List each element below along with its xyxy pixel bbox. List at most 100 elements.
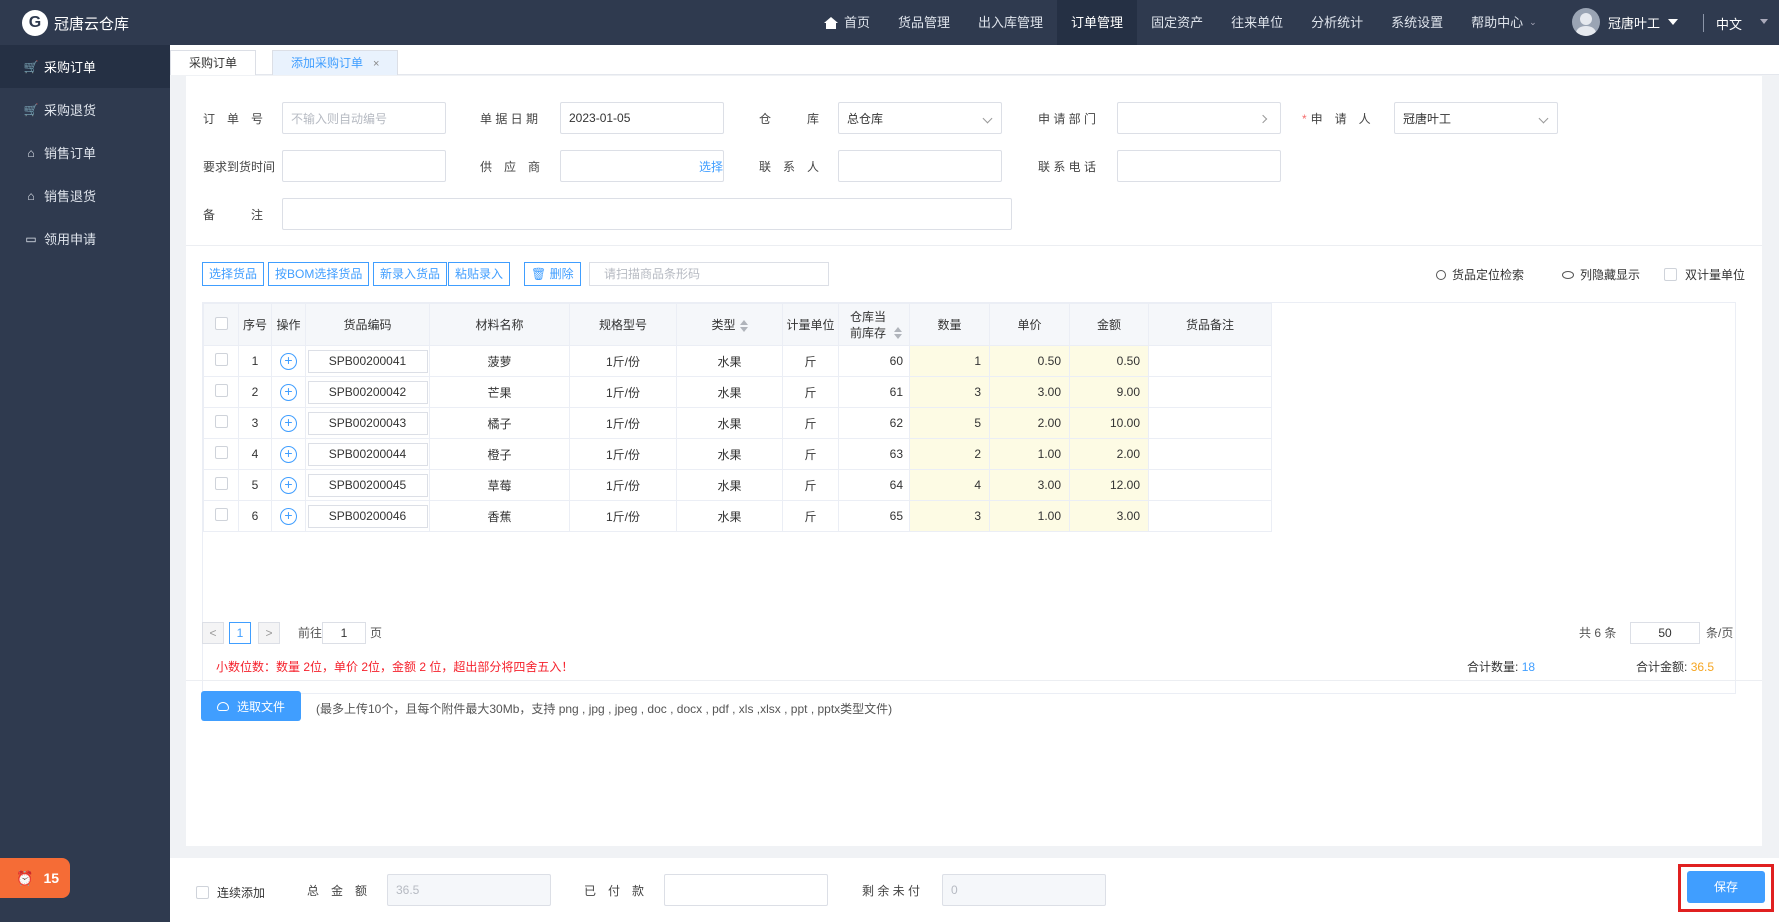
- warehouse-select[interactable]: 总仓库: [838, 102, 1002, 134]
- qty-cell[interactable]: 5: [909, 407, 990, 439]
- doc-date-input[interactable]: 2023-01-05: [560, 102, 724, 134]
- nav-partners[interactable]: 往来单位: [1217, 0, 1297, 45]
- sidebar-item-sales-return[interactable]: ⌂ 销售退货: [0, 174, 170, 217]
- code-input[interactable]: SPB00200046: [307, 504, 428, 528]
- nav-inout[interactable]: 出入库管理: [964, 0, 1057, 45]
- price-cell[interactable]: 2.00: [989, 407, 1070, 439]
- code-input[interactable]: SPB00200041: [307, 349, 428, 373]
- goto-page-input[interactable]: 1: [322, 622, 366, 644]
- new-goods-button[interactable]: 新录入货品: [373, 262, 448, 286]
- price-cell[interactable]: 3.00: [989, 469, 1070, 501]
- bom-select-button[interactable]: 按BOM选择货品: [268, 262, 370, 286]
- row-checkbox[interactable]: [214, 384, 228, 397]
- continuous-add-checkbox[interactable]: 连续添加: [196, 884, 265, 901]
- price-cell[interactable]: 1.00: [989, 500, 1070, 532]
- code-input[interactable]: SPB00200042: [307, 380, 428, 404]
- price-cell[interactable]: 0.50: [989, 345, 1070, 377]
- sort-icon[interactable]: [739, 319, 748, 332]
- qty-cell[interactable]: 1: [909, 345, 990, 377]
- nav-help[interactable]: 帮助中心 ⌄: [1457, 0, 1551, 45]
- save-button[interactable]: 保存: [1687, 871, 1765, 903]
- col-stock[interactable]: 仓库当前库存: [838, 303, 910, 346]
- nav-assets[interactable]: 固定资产: [1137, 0, 1217, 45]
- tab-add-purchase-order[interactable]: 添加采购订单 ×: [272, 50, 399, 75]
- add-row-icon[interactable]: +: [280, 445, 297, 463]
- dual-unit-checkbox[interactable]: 双计量单位: [1664, 266, 1745, 283]
- nav-settings[interactable]: 系统设置: [1377, 0, 1457, 45]
- sort-icon[interactable]: [894, 327, 902, 340]
- next-page-button[interactable]: >: [258, 622, 280, 644]
- amount-cell[interactable]: 9.00: [1069, 376, 1149, 408]
- nav-goods[interactable]: 货品管理: [884, 0, 964, 45]
- sidebar-item-requisition[interactable]: ▭ 领用申请: [0, 217, 170, 260]
- qty-cell[interactable]: 3: [909, 376, 990, 408]
- checkbox[interactable]: [196, 886, 209, 899]
- order-no-input[interactable]: 不输入则自动编号: [282, 102, 446, 134]
- amount-cell[interactable]: 10.00: [1069, 407, 1149, 439]
- nav-orders[interactable]: 订单管理: [1057, 0, 1138, 45]
- price-cell[interactable]: 1.00: [989, 438, 1070, 470]
- col-type[interactable]: 类型: [676, 303, 783, 346]
- paid-input[interactable]: [664, 874, 828, 906]
- applicant-select[interactable]: 冠唐叶工: [1394, 102, 1558, 134]
- row-checkbox[interactable]: [214, 508, 228, 521]
- total-amount-input[interactable]: 36.5: [387, 874, 551, 906]
- prev-page-button[interactable]: <: [202, 622, 224, 644]
- nav-home[interactable]: 首页: [810, 0, 884, 45]
- checkbox[interactable]: [1664, 268, 1677, 281]
- phone-input[interactable]: [1117, 150, 1281, 182]
- qty-cell[interactable]: 3: [909, 500, 990, 532]
- page-size-select[interactable]: 50: [1630, 622, 1700, 644]
- goods-locate-search[interactable]: 货品定位检索: [1436, 266, 1524, 283]
- nav-analytics[interactable]: 分析统计: [1297, 0, 1377, 45]
- remark-input[interactable]: [282, 198, 1012, 230]
- code-input[interactable]: SPB00200043: [307, 411, 428, 435]
- note-cell[interactable]: [1148, 500, 1272, 532]
- qty-cell[interactable]: 2: [909, 438, 990, 470]
- delete-button[interactable]: 🗑 删除: [524, 262, 581, 286]
- sidebar-item-purchase-return[interactable]: 🛒 采购退货: [0, 88, 170, 131]
- code-input[interactable]: SPB00200045: [307, 473, 428, 497]
- user-menu[interactable]: 冠唐叶工: [1572, 8, 1679, 36]
- arrival-time-input[interactable]: [282, 150, 446, 182]
- dept-select[interactable]: [1117, 102, 1281, 134]
- select-all-checkbox[interactable]: [214, 316, 228, 330]
- sidebar-item-sales-order[interactable]: ⌂ 销售订单: [0, 131, 170, 174]
- note-cell[interactable]: [1148, 469, 1272, 501]
- app-logo[interactable]: G 冠唐云仓库: [22, 10, 129, 36]
- column-toggle[interactable]: 列隐藏显示: [1562, 266, 1640, 283]
- notification-badge[interactable]: ⏰ 15: [0, 858, 70, 898]
- paste-entry-button[interactable]: 粘贴录入: [448, 262, 511, 286]
- note-cell[interactable]: [1148, 345, 1272, 377]
- row-checkbox[interactable]: [214, 415, 228, 428]
- row-checkbox[interactable]: [214, 446, 228, 459]
- page-1-button[interactable]: 1: [229, 622, 251, 644]
- upload-file-button[interactable]: 选取文件: [201, 691, 301, 721]
- row-checkbox[interactable]: [214, 353, 228, 366]
- supplier-select-link[interactable]: 选择: [699, 158, 723, 175]
- amount-cell[interactable]: 2.00: [1069, 438, 1149, 470]
- note-cell[interactable]: [1148, 376, 1272, 408]
- add-row-icon[interactable]: +: [280, 507, 297, 525]
- barcode-scan-input[interactable]: 请扫描商品条形码: [589, 262, 829, 286]
- remaining-input[interactable]: 0: [942, 874, 1106, 906]
- add-row-icon[interactable]: +: [280, 383, 297, 401]
- add-row-icon[interactable]: +: [280, 352, 297, 370]
- close-icon[interactable]: ×: [373, 58, 379, 70]
- amount-cell[interactable]: 12.00: [1069, 469, 1149, 501]
- amount-cell[interactable]: 0.50: [1069, 345, 1149, 377]
- add-row-icon[interactable]: +: [280, 414, 297, 432]
- price-cell[interactable]: 3.00: [989, 376, 1070, 408]
- row-checkbox[interactable]: [214, 477, 228, 490]
- amount-cell[interactable]: 3.00: [1069, 500, 1149, 532]
- code-input[interactable]: SPB00200044: [307, 442, 428, 466]
- add-row-icon[interactable]: +: [280, 476, 297, 494]
- note-cell[interactable]: [1148, 407, 1272, 439]
- note-cell[interactable]: [1148, 438, 1272, 470]
- sidebar-item-purchase-order[interactable]: 🛒 采购订单: [0, 45, 170, 88]
- select-goods-button[interactable]: 选择货品: [202, 262, 265, 286]
- language-switch[interactable]: 中文: [1716, 14, 1742, 33]
- contact-input[interactable]: [838, 150, 1002, 182]
- tab-purchase-order[interactable]: 采购订单: [170, 50, 257, 75]
- qty-cell[interactable]: 4: [909, 469, 990, 501]
